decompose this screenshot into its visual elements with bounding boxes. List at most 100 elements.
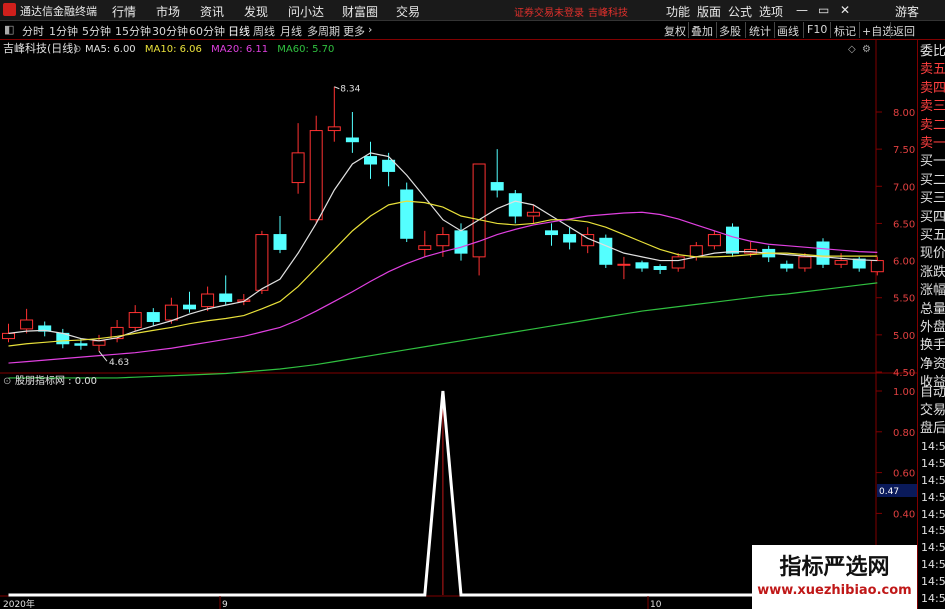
watermark-url: www.xuezhibiao.com [757, 583, 912, 598]
price-tick-label: 6.00 [893, 257, 915, 268]
tab-period-1min[interactable]: 1分钟 [49, 23, 78, 39]
candle[interactable] [545, 230, 558, 236]
login-notice[interactable]: 证券交易未登录 [514, 4, 584, 19]
candle[interactable] [2, 332, 15, 340]
tab-period-daily[interactable]: 日线 [228, 23, 250, 39]
candle[interactable] [617, 263, 631, 266]
candle[interactable] [563, 234, 577, 243]
tick-row-label: 盘后 [920, 421, 945, 436]
candle[interactable] [146, 312, 160, 322]
divider [688, 22, 689, 38]
tick-row-label: 14:56 [921, 440, 945, 454]
candle[interactable] [490, 182, 504, 191]
close-icon[interactable]: ✕ [840, 3, 850, 17]
candle[interactable] [671, 256, 685, 269]
candle[interactable] [599, 237, 613, 265]
menu-item-markets[interactable]: 市场 [156, 3, 180, 20]
candle[interactable] [870, 260, 884, 273]
tab-period-more[interactable]: 更多 [343, 23, 365, 39]
menu-item-formula[interactable]: 公式 [728, 3, 752, 20]
menu-item-function[interactable]: 功能 [666, 3, 690, 20]
current-value: 0.47 [879, 487, 899, 497]
tab-period-30min[interactable]: 30分钟 [152, 23, 188, 39]
minimize-icon[interactable]: — [796, 3, 808, 17]
tab-period-weekly[interactable]: 周线 [253, 23, 275, 39]
stats-button[interactable]: 统计 [749, 23, 771, 39]
candle[interactable] [689, 245, 703, 258]
candle[interactable] [726, 226, 739, 254]
quote-row-label: 买四 [920, 209, 945, 225]
add-watchlist-button[interactable]: +自选 [862, 23, 893, 39]
maximize-icon[interactable]: ▭ [818, 3, 829, 17]
candle[interactable] [219, 293, 233, 302]
candle[interactable] [436, 234, 450, 247]
tab-period-intraday[interactable]: 分时 [22, 23, 44, 39]
tab-period-monthly[interactable]: 月线 [280, 23, 302, 39]
low-price-label: 4.63 [109, 358, 129, 368]
candle[interactable] [418, 245, 432, 250]
chevron-down-icon[interactable]: ⊙ [73, 44, 81, 55]
guest-label[interactable]: 游客 [895, 3, 919, 20]
candle[interactable] [255, 234, 269, 291]
candle[interactable] [164, 304, 178, 321]
overlay-button[interactable]: 叠加 [691, 23, 713, 39]
candle[interactable] [273, 234, 287, 250]
menu-item-options[interactable]: 选项 [759, 3, 783, 20]
candle[interactable] [128, 312, 142, 328]
candle[interactable] [74, 343, 88, 346]
settings-icon[interactable]: ⚙ [862, 44, 871, 55]
candle[interactable] [780, 263, 794, 269]
tab-period-60min[interactable]: 60分钟 [189, 23, 225, 39]
ma10-label: MA10 [145, 44, 173, 55]
quote-row-label: 涨幅 [920, 283, 945, 299]
ma60-value: 5.70 [312, 44, 334, 55]
menu-item-discover[interactable]: 发现 [244, 3, 268, 20]
indicator-toggle-icon[interactable]: ⊙ [3, 376, 11, 387]
chevron-right-icon[interactable]: › [368, 23, 372, 36]
ma5-value: 6.00 [113, 44, 135, 55]
candle[interactable] [526, 211, 540, 217]
ma20-value: 6.11 [246, 44, 268, 55]
quote-row-label: 现价 [920, 246, 945, 262]
candle[interactable] [635, 262, 649, 269]
candle[interactable] [834, 260, 848, 265]
candle[interactable] [345, 137, 359, 143]
candle[interactable] [454, 230, 468, 254]
candle[interactable] [92, 340, 106, 346]
candle[interactable] [183, 304, 196, 310]
candle[interactable] [364, 156, 377, 165]
tab-period-5min[interactable]: 5分钟 [82, 23, 111, 39]
candle[interactable] [201, 293, 215, 308]
candle[interactable] [816, 241, 830, 265]
candle[interactable] [309, 130, 323, 221]
candle[interactable] [400, 189, 414, 239]
menu-item-layout[interactable]: 版面 [697, 3, 721, 20]
candle[interactable] [653, 266, 667, 270]
back-button[interactable]: 返回 [893, 23, 915, 39]
menu-item-trade[interactable]: 交易 [396, 3, 420, 20]
tab-period-15min[interactable]: 15分钟 [115, 23, 151, 39]
candle[interactable] [291, 152, 305, 184]
kline-chart[interactable]: 8.00 7.50 7.00 6.50 6.00 5.50 5.00 4.50 1.00 0.80… [0, 40, 917, 609]
multi-stock-button[interactable]: 多股 [719, 23, 741, 39]
stock-name-top: 吉峰科技 [588, 8, 628, 19]
mark-button[interactable]: 标记 [834, 23, 856, 39]
tick-row-label: 14:56 [921, 507, 945, 521]
panel-toggle-icon[interactable]: ◧ [4, 23, 14, 36]
candle[interactable] [20, 319, 34, 330]
price-tick-label: 6.50 [893, 219, 915, 230]
draw-button[interactable]: 画线 [777, 23, 799, 39]
candle[interactable] [382, 159, 396, 172]
candle[interactable] [508, 193, 522, 217]
candle[interactable] [327, 126, 341, 132]
candle[interactable] [707, 234, 721, 247]
candle[interactable] [798, 256, 812, 269]
adjust-button[interactable]: 复权 [664, 23, 686, 39]
menu-item-news[interactable]: 资讯 [200, 3, 224, 20]
menu-item-market[interactable]: 行情 [112, 3, 136, 20]
f10-button[interactable]: F10 [807, 23, 827, 36]
menu-item-ask[interactable]: 问小达 [288, 3, 324, 20]
menu-item-wealth[interactable]: 财富圈 [342, 3, 378, 20]
tab-period-multi[interactable]: 多周期 [307, 23, 340, 39]
diamond-icon[interactable]: ◇ [848, 44, 856, 55]
